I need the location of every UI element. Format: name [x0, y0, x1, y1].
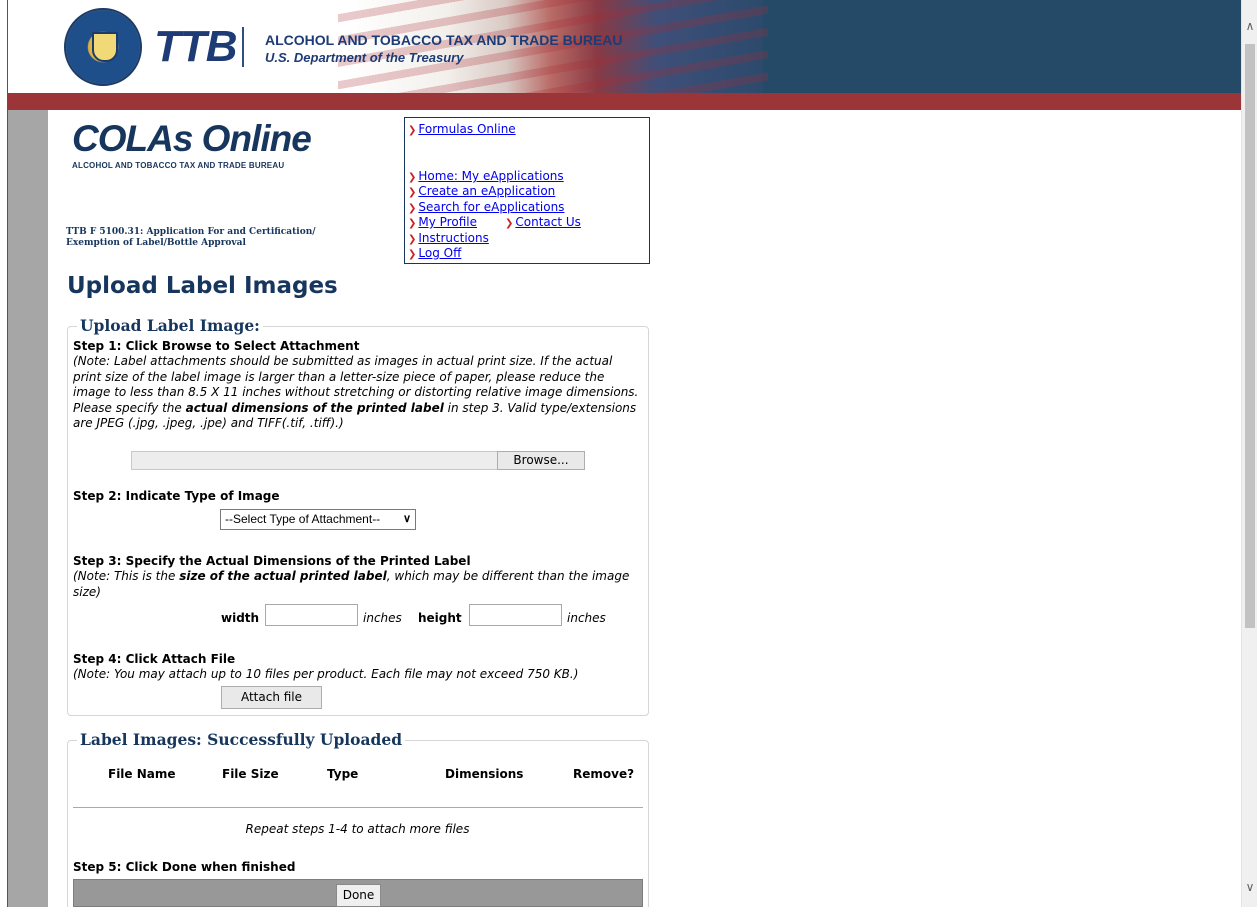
nav-link-formulas-online[interactable]: ❯ Formulas Online — [408, 122, 516, 138]
scroll-thumb[interactable] — [1245, 44, 1255, 628]
arrow-right-icon: ❯ — [408, 234, 417, 245]
column-header-file-name: File Name — [108, 767, 176, 781]
nav-link-home[interactable]: ❯ Home: My eApplications — [408, 169, 564, 185]
scroll-up-icon[interactable]: ∧ — [1242, 18, 1257, 34]
nav-link-search[interactable]: ❯ Search for eApplications — [408, 200, 564, 216]
left-grey-rail — [8, 110, 48, 907]
navigation-box: ❯ Formulas Online ❯ Home: My eApplications… — [404, 117, 650, 264]
arrow-right-icon: ❯ — [408, 125, 417, 136]
width-unit-label: inches — [363, 611, 402, 625]
step3-note-part-a: (Note: This is the — [73, 569, 180, 583]
colas-online-logo: COLAs Online — [72, 118, 312, 159]
nav-link-log-off[interactable]: ❯ Log Off — [408, 246, 461, 262]
nav-link-label: Contact Us — [515, 215, 581, 229]
table-divider — [73, 807, 643, 808]
nav-link-label: Home: My eApplications — [418, 169, 564, 183]
banner-divider — [242, 27, 244, 67]
height-label: height — [418, 611, 462, 625]
attachment-type-value: --Select Type of Attachment-- — [225, 512, 381, 526]
ttb-logo: TTB — [154, 22, 238, 71]
arrow-right-icon: ❯ — [408, 172, 417, 183]
step5-title: Step 5: Click Done when finished — [73, 860, 296, 874]
browse-button[interactable]: Browse... — [497, 451, 585, 470]
red-stripe-bar — [8, 93, 1241, 110]
width-label: width — [221, 611, 260, 625]
nav-link-label: My Profile — [418, 215, 477, 229]
form-title: TTB F 5100.31: Application For and Certi… — [66, 227, 316, 249]
colas-logo-subtitle: ALCOHOL AND TOBACCO TAX AND TRADE BUREAU — [72, 161, 285, 170]
height-unit-label: inches — [567, 611, 606, 625]
nav-link-label: Instructions — [418, 231, 489, 245]
seal-shield-icon — [92, 32, 118, 62]
nav-link-instructions[interactable]: ❯ Instructions — [408, 231, 489, 247]
arrow-right-icon: ❯ — [408, 249, 417, 260]
step1-note-emphasis: actual dimensions of the printed label — [185, 400, 444, 415]
nav-link-create[interactable]: ❯ Create an eApplication — [408, 184, 555, 200]
step1-note: (Note: Label attachments should be submi… — [73, 354, 639, 432]
step4-title: Step 4: Click Attach File — [73, 652, 236, 666]
attach-file-button[interactable]: Attach file — [221, 686, 322, 709]
nav-link-label: Create an eApplication — [418, 184, 556, 198]
done-button[interactable]: Done — [336, 884, 381, 907]
nav-link-contact-us[interactable]: ❯ Contact Us — [505, 215, 581, 231]
form-title-line1: TTB F 5100.31: Application For and Certi… — [66, 227, 316, 237]
arrow-right-icon: ❯ — [408, 187, 417, 198]
column-header-remove: Remove? — [573, 767, 635, 781]
nav-link-label: Search for eApplications — [418, 200, 565, 214]
height-input[interactable] — [469, 604, 562, 626]
vertical-scrollbar[interactable]: ∧ ∨ — [1241, 0, 1257, 907]
department-name: U.S. Department of the Treasury — [265, 50, 464, 65]
step3-note: (Note: This is the size of the actual pr… — [73, 569, 639, 600]
page-title: Upload Label Images — [67, 273, 338, 299]
step3-note-emphasis: size of the actual printed label — [179, 569, 387, 583]
step4-note: (Note: You may attach up to 10 files per… — [73, 667, 579, 681]
site-banner: TTB ALCOHOL AND TOBACCO TAX AND TRADE BU… — [8, 0, 1241, 93]
nav-link-label: Formulas Online — [418, 122, 516, 136]
bureau-name: ALCOHOL AND TOBACCO TAX AND TRADE BUREAU — [265, 32, 623, 48]
arrow-right-icon: ❯ — [408, 203, 417, 214]
treasury-seal-icon — [64, 8, 142, 86]
file-path-input[interactable] — [131, 451, 498, 470]
attachment-type-select[interactable]: --Select Type of Attachment-- ∨ — [220, 509, 416, 530]
column-header-file-size: File Size — [222, 767, 279, 781]
column-header-type: Type — [327, 767, 359, 781]
step1-title: Step 1: Click Browse to Select Attachmen… — [73, 339, 360, 353]
arrow-right-icon: ❯ — [408, 218, 417, 229]
scroll-down-icon[interactable]: ∨ — [1242, 879, 1257, 895]
chevron-down-icon: ∨ — [402, 513, 411, 525]
step3-title: Step 3: Specify the Actual Dimensions of… — [73, 554, 471, 568]
window-left-edge — [0, 0, 8, 907]
step2-title: Step 2: Indicate Type of Image — [73, 489, 280, 503]
arrow-right-icon: ❯ — [505, 218, 514, 229]
repeat-steps-note: Repeat steps 1-4 to attach more files — [245, 822, 470, 836]
upload-fieldset-legend: Upload Label Image: — [77, 316, 263, 335]
column-header-dimensions: Dimensions — [445, 767, 524, 781]
nav-link-label: Log Off — [418, 246, 462, 260]
width-input[interactable] — [265, 604, 358, 626]
nav-link-my-profile[interactable]: ❯ My Profile — [408, 215, 477, 231]
uploaded-fieldset-legend: Label Images: Successfully Uploaded — [77, 730, 406, 749]
form-title-line2: Exemption of Label/Bottle Approval — [66, 238, 246, 248]
